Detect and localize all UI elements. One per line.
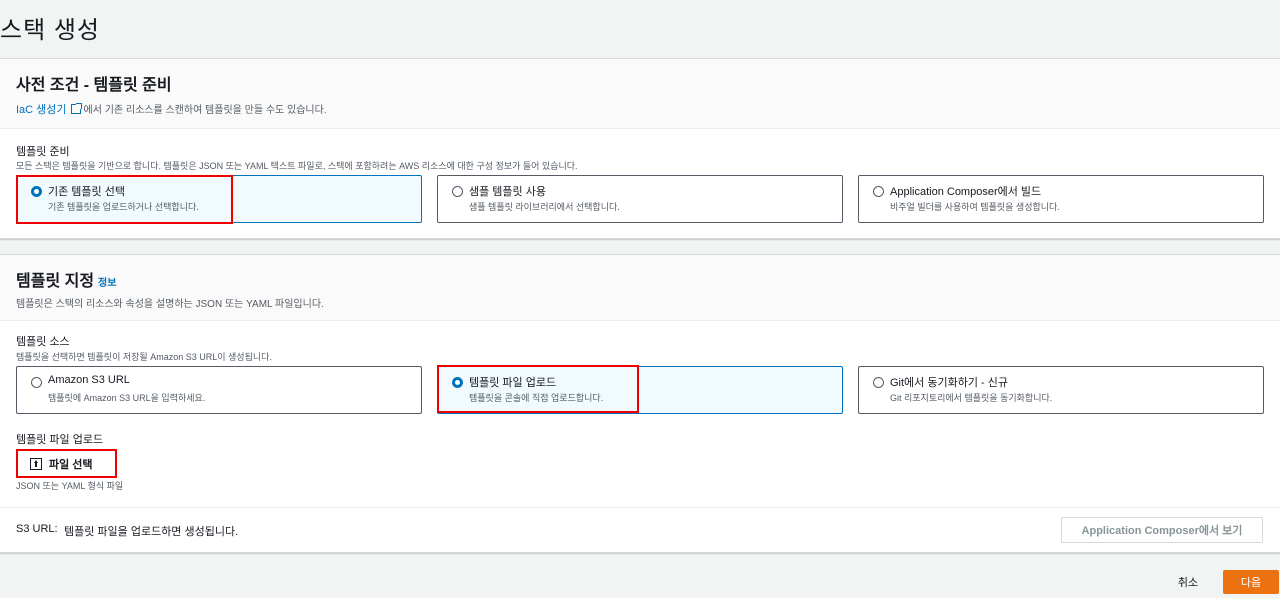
specify-desc: 템플릿은 스택의 리소스와 속성을 설명하는 JSON 또는 YAML 파일입니… <box>16 299 324 310</box>
prereq-desc-text: 에서 기존 리소스를 스캔하여 템플릿을 만들 수도 있습니다. <box>83 105 327 116</box>
option-title: Application Composer에서 빌드 <box>890 186 1042 198</box>
radio-sample-template[interactable] <box>452 186 463 197</box>
template-prepare-desc: 모든 스택은 템플릿을 기반으로 합니다. 템플릿은 JSON 또는 YAML … <box>16 161 578 171</box>
external-link-icon <box>70 103 82 114</box>
template-source-label: 템플릿 소스 <box>16 336 70 348</box>
option-s3-url[interactable]: Amazon S3 URL 템플릿에 Amazon S3 URL을 입력하세요. <box>16 366 422 414</box>
iac-generator-link[interactable]: IaC 생성기 <box>16 104 67 116</box>
view-in-composer-button[interactable]: Application Composer에서 보기 <box>1061 517 1263 543</box>
specify-title-text: 템플릿 지정 <box>16 273 95 290</box>
next-button[interactable]: 다음 <box>1223 570 1279 594</box>
s3-url-value: 템플릿 파일을 업로드하면 생성됩니다. <box>64 526 239 538</box>
upload-label: 템플릿 파일 업로드 <box>16 434 104 446</box>
upload-hint: JSON 또는 YAML 형식 파일 <box>16 481 124 491</box>
option-title: Amazon S3 URL <box>48 374 130 386</box>
template-prepare-label: 템플릿 준비 <box>16 146 70 158</box>
prereq-header: 사전 조건 - 템플릿 준비 IaC 생성기 에서 기존 리소스를 스캔하여 템플… <box>0 59 1280 129</box>
page-title: 스택 생성 <box>0 17 100 44</box>
prereq-title: 사전 조건 - 템플릿 준비 <box>16 77 172 94</box>
option-sample-template[interactable]: 샘플 템플릿 사용 샘플 템플릿 라이브러리에서 선택합니다. <box>437 175 843 223</box>
option-application-composer[interactable]: Application Composer에서 빌드 비주얼 빌더를 사용하여 템… <box>858 175 1264 223</box>
highlight-upload-template <box>437 365 639 413</box>
option-desc: 템플릿에 Amazon S3 URL을 입력하세요. <box>48 393 206 403</box>
option-desc: Git 리포지토리에서 템플릿을 동기화합니다. <box>890 393 1053 403</box>
info-link[interactable]: 정보 <box>98 278 116 289</box>
radio-application-composer[interactable] <box>873 186 884 197</box>
s3-url-label: S3 URL: <box>16 523 58 535</box>
option-title: 샘플 템플릿 사용 <box>469 186 546 198</box>
highlight-existing-template <box>16 175 233 224</box>
option-desc: 샘플 템플릿 라이브러리에서 선택합니다. <box>469 202 620 212</box>
option-git-sync[interactable]: Git에서 동기화하기 - 신규 Git 리포지토리에서 템플릿을 동기화합니다… <box>858 366 1264 414</box>
specify-header: 템플릿 지정 정보 템플릿은 스택의 리소스와 속성을 설명하는 JSON 또는 … <box>0 255 1280 321</box>
radio-s3-url[interactable] <box>31 377 42 388</box>
cancel-button[interactable]: 취소 <box>1166 570 1210 594</box>
option-desc: 비주얼 빌더를 사용하여 템플릿을 생성합니다. <box>890 202 1060 212</box>
prereq-desc: IaC 생성기 에서 기존 리소스를 스캔하여 템플릿을 만들 수도 있습니다. <box>16 101 1264 117</box>
radio-git-sync[interactable] <box>873 377 884 388</box>
option-title: Git에서 동기화하기 - 신규 <box>890 377 1008 389</box>
specify-title: 템플릿 지정 정보 <box>16 267 1264 291</box>
template-source-desc: 템플릿을 선택하면 템플릿이 저장될 Amazon S3 URL이 생성됩니다. <box>16 352 272 362</box>
highlight-choose-file <box>16 449 117 478</box>
divider <box>0 507 1280 508</box>
